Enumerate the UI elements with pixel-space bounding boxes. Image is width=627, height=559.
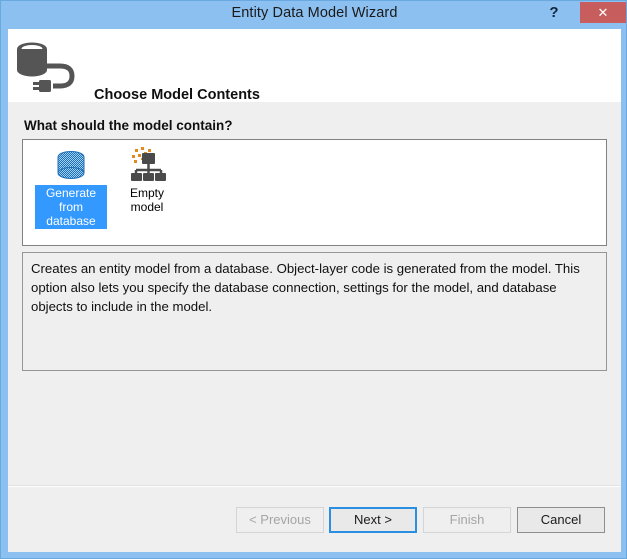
- header-panel: Choose Model Contents: [8, 29, 621, 103]
- window-title: Entity Data Model Wizard: [231, 5, 398, 21]
- model-option-empty-model[interactable]: Empty model: [111, 145, 183, 216]
- database-cylinder-icon: [35, 145, 107, 185]
- previous-button[interactable]: < Previous: [236, 507, 324, 533]
- database-plug-icon: [14, 35, 80, 95]
- model-description-text: Creates an entity model from a database.…: [31, 261, 580, 314]
- title-bar: Entity Data Model Wizard ? ✕: [1, 1, 626, 29]
- model-contents-listbox[interactable]: Generate from database Empty model: [22, 139, 607, 246]
- page-title: Choose Model Contents: [94, 87, 260, 103]
- next-button[interactable]: Next >: [329, 507, 417, 533]
- model-option-generate-from-database[interactable]: Generate from database: [35, 145, 107, 230]
- cancel-button[interactable]: Cancel: [517, 507, 605, 533]
- finish-button[interactable]: Finish: [423, 507, 511, 533]
- body-panel: What should the model contain? Generate …: [8, 102, 621, 552]
- model-option-label: Empty model: [129, 186, 164, 214]
- help-button[interactable]: ?: [541, 2, 567, 24]
- model-description-box: Creates an entity model from a database.…: [22, 252, 607, 371]
- prompt-label: What should the model contain?: [24, 118, 233, 133]
- model-option-label: Generate from database: [35, 185, 107, 229]
- wizard-window: Entity Data Model Wizard ? ✕ Choose Mode…: [0, 0, 627, 559]
- empty-model-hierarchy-icon: [111, 145, 183, 185]
- footer-divider: [8, 486, 621, 487]
- close-button[interactable]: ✕: [580, 2, 626, 23]
